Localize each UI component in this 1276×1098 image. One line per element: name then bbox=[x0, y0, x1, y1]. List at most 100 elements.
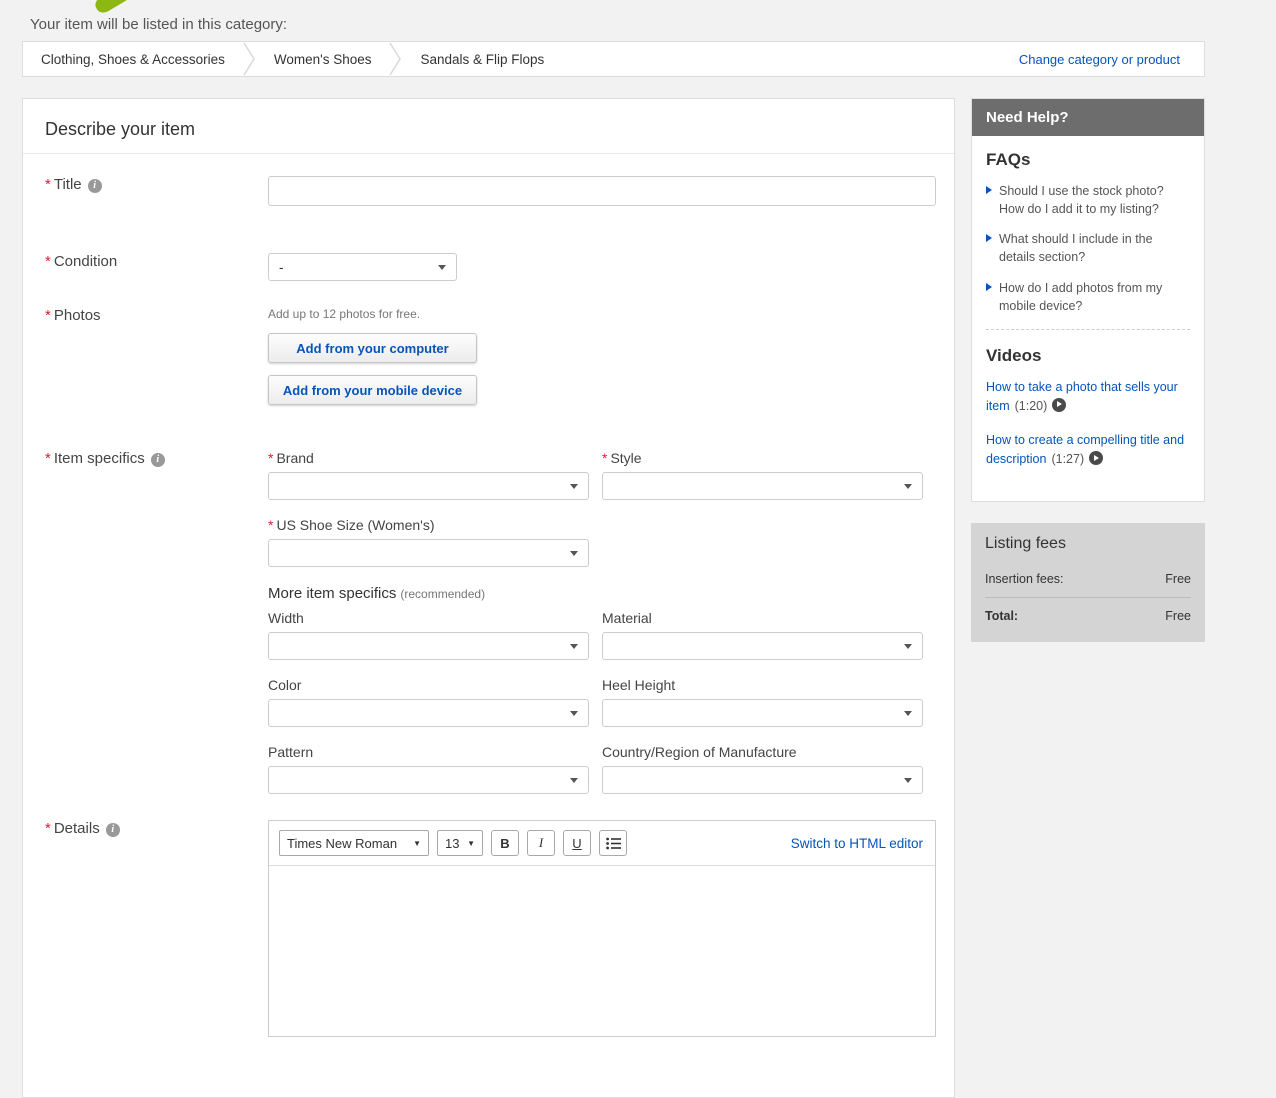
faqs-title: FAQs bbox=[986, 150, 1190, 170]
pattern-label: Pattern bbox=[268, 744, 589, 760]
material-select[interactable] bbox=[602, 632, 923, 660]
dropdown-arrow-icon bbox=[904, 778, 912, 783]
country-field: Country/Region of Manufacture bbox=[602, 744, 923, 794]
material-label: Material bbox=[602, 610, 923, 626]
underline-button[interactable]: U bbox=[563, 830, 591, 856]
video-link-compelling-title[interactable]: How to create a compelling title and des… bbox=[986, 431, 1190, 469]
ebay-logo-fragment bbox=[93, 0, 134, 16]
shoe-size-field: *US Shoe Size (Women's) bbox=[268, 517, 589, 567]
fees-divider bbox=[985, 597, 1191, 598]
faq-bullet-icon bbox=[986, 234, 992, 242]
breadcrumb: Clothing, Shoes & Accessories Women's Sh… bbox=[22, 41, 1205, 77]
country-select[interactable] bbox=[602, 766, 923, 794]
breadcrumb-item-subcategory: Women's Shoes bbox=[256, 52, 390, 67]
italic-button[interactable]: I bbox=[527, 830, 555, 856]
heel-height-label: Heel Height bbox=[602, 677, 923, 693]
listing-fees-title: Listing fees bbox=[985, 535, 1191, 553]
bullet-list-button[interactable] bbox=[599, 830, 627, 856]
editor-toolbar: Times New Roman▼ 13▼ B I U Switch to HTM… bbox=[269, 821, 935, 866]
dropdown-arrow-icon bbox=[438, 265, 446, 270]
insertion-fees-value: Free bbox=[1165, 572, 1191, 586]
play-icon[interactable] bbox=[1089, 451, 1103, 465]
dropdown-arrow-icon bbox=[904, 644, 912, 649]
faq-link-mobile-photos[interactable]: How do I add photos from my mobile devic… bbox=[986, 279, 1190, 315]
photos-note: Add up to 12 photos for free. bbox=[268, 307, 932, 321]
faq-bullet-icon bbox=[986, 186, 992, 194]
pattern-select[interactable] bbox=[268, 766, 589, 794]
empty-cell bbox=[602, 517, 923, 567]
insertion-fees-row: Insertion fees: Free bbox=[985, 567, 1191, 591]
shoe-size-select[interactable] bbox=[268, 539, 589, 567]
total-fees-row: Total: Free bbox=[985, 604, 1191, 628]
title-row: *Titlei bbox=[23, 176, 954, 206]
change-category-link[interactable]: Change category or product bbox=[1019, 52, 1180, 67]
breadcrumb-item-category: Clothing, Shoes & Accessories bbox=[23, 52, 243, 67]
switch-html-editor-link[interactable]: Switch to HTML editor bbox=[791, 836, 923, 851]
width-field: Width bbox=[268, 610, 589, 660]
required-asterisk: * bbox=[45, 307, 51, 324]
faq-link-details-section[interactable]: What should I include in the details sec… bbox=[986, 230, 1190, 266]
heel-height-field: Heel Height bbox=[602, 677, 923, 727]
color-select[interactable] bbox=[268, 699, 589, 727]
videos-title: Videos bbox=[986, 346, 1190, 366]
info-icon[interactable]: i bbox=[151, 453, 165, 467]
required-asterisk: * bbox=[45, 253, 51, 270]
font-size-select[interactable]: 13▼ bbox=[437, 830, 483, 856]
total-label: Total: bbox=[985, 609, 1018, 623]
bold-button[interactable]: B bbox=[491, 830, 519, 856]
width-label: Width bbox=[268, 610, 589, 626]
material-field: Material bbox=[602, 610, 923, 660]
sidebar: Need Help? FAQs Should I use the stock p… bbox=[971, 98, 1205, 642]
dropdown-arrow-icon bbox=[570, 484, 578, 489]
required-specifics-grid: *Brand *Style *US Shoe Size (Women's) bbox=[268, 450, 932, 567]
breadcrumb-separator-icon bbox=[389, 42, 402, 76]
pattern-field: Pattern bbox=[268, 744, 589, 794]
required-asterisk: * bbox=[45, 820, 51, 837]
section-divider bbox=[986, 329, 1190, 330]
listing-fees-box: Listing fees Insertion fees: Free Total:… bbox=[971, 523, 1205, 642]
main-content: Describe your item *Titlei *Condition - … bbox=[22, 98, 1205, 1098]
dropdown-arrow-icon bbox=[904, 484, 912, 489]
bullet-list-icon bbox=[606, 837, 621, 850]
title-label: *Titlei bbox=[45, 176, 102, 193]
video-duration: (1:20) bbox=[1015, 399, 1048, 413]
description-editor: Times New Roman▼ 13▼ B I U Switch to HTM… bbox=[268, 820, 936, 1037]
brand-label: *Brand bbox=[268, 450, 589, 466]
heel-height-select[interactable] bbox=[602, 699, 923, 727]
details-row: *Detailsi Times New Roman▼ 13▼ B I U bbox=[23, 820, 954, 1037]
play-icon[interactable] bbox=[1052, 398, 1066, 412]
width-select[interactable] bbox=[268, 632, 589, 660]
add-from-computer-button[interactable]: Add from your computer bbox=[268, 333, 477, 363]
dropdown-arrow-icon bbox=[570, 711, 578, 716]
add-from-mobile-button[interactable]: Add from your mobile device bbox=[268, 375, 477, 405]
info-icon[interactable]: i bbox=[106, 823, 120, 837]
describe-item-panel: Describe your item *Titlei *Condition - … bbox=[22, 98, 955, 1098]
photos-row: *Photos Add up to 12 photos for free. Ad… bbox=[23, 307, 954, 405]
brand-field: *Brand bbox=[268, 450, 589, 500]
shoe-size-label: *US Shoe Size (Women's) bbox=[268, 517, 589, 533]
condition-row: *Condition - bbox=[23, 253, 954, 281]
category-note: Your item will be listed in this categor… bbox=[30, 16, 287, 33]
dropdown-arrow-icon bbox=[570, 551, 578, 556]
font-family-select[interactable]: Times New Roman▼ bbox=[279, 830, 429, 856]
item-specifics-row: *Item specificsi *Brand *Style *US Shoe … bbox=[23, 450, 954, 794]
optional-specifics-grid: Width Material Color Heel Height Pattern bbox=[268, 610, 932, 794]
faq-link-stock-photo[interactable]: Should I use the stock photo? How do I a… bbox=[986, 182, 1190, 218]
video-duration: (1:27) bbox=[1051, 452, 1084, 466]
more-specifics-heading: More item specifics(recommended) bbox=[268, 585, 932, 602]
brand-select[interactable] bbox=[268, 472, 589, 500]
condition-select[interactable]: - bbox=[268, 253, 457, 281]
required-asterisk: * bbox=[45, 450, 51, 467]
video-link-photo-that-sells[interactable]: How to take a photo that sells your item… bbox=[986, 378, 1190, 416]
faq-bullet-icon bbox=[986, 283, 992, 291]
insertion-fees-label: Insertion fees: bbox=[985, 572, 1064, 586]
dropdown-arrow-icon bbox=[570, 644, 578, 649]
dropdown-arrow-icon bbox=[570, 778, 578, 783]
style-select[interactable] bbox=[602, 472, 923, 500]
editor-content-area[interactable] bbox=[269, 866, 935, 1036]
color-field: Color bbox=[268, 677, 589, 727]
info-icon[interactable]: i bbox=[88, 179, 102, 193]
title-input[interactable] bbox=[268, 176, 936, 206]
country-label: Country/Region of Manufacture bbox=[602, 744, 923, 760]
dropdown-arrow-icon: ▼ bbox=[413, 839, 421, 848]
